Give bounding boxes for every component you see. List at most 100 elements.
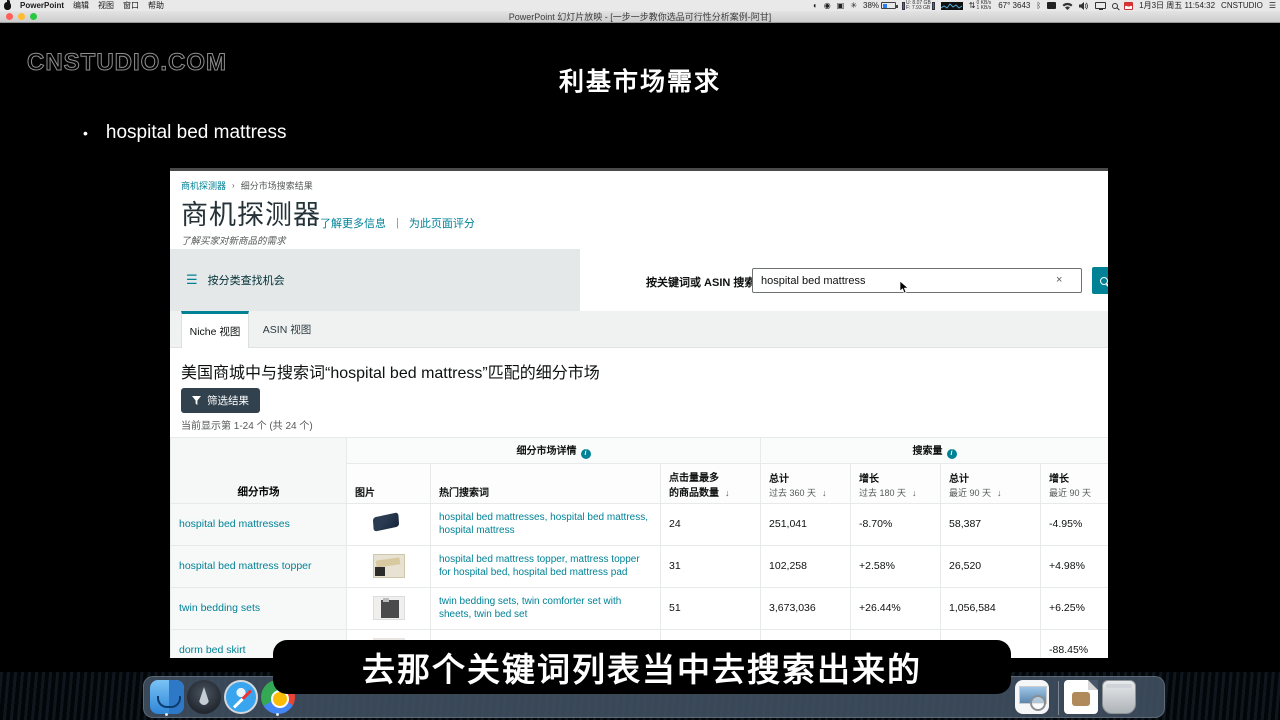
- menu-view[interactable]: 视图: [98, 0, 114, 11]
- menu-window[interactable]: 窗口: [123, 0, 139, 11]
- battery-status[interactable]: 38%: [863, 1, 896, 10]
- growth-90: +4.98%: [1041, 545, 1108, 587]
- search-label: 按关键词或 ASIN 搜索: [646, 274, 755, 290]
- info-icon[interactable]: i: [947, 449, 957, 459]
- finder-dock-icon[interactable]: [150, 680, 184, 714]
- hamburger-icon: ☰: [186, 272, 198, 288]
- growth-90: -4.95%: [1041, 503, 1108, 545]
- bullet-text: hospital bed mattress: [106, 122, 287, 144]
- flower-icon[interactable]: ✳: [850, 2, 857, 10]
- breadcrumb: 商机探测器 › 细分市场搜索结果: [181, 179, 313, 192]
- column-header-keywords: 热门搜索词: [431, 463, 661, 503]
- keyboard-icon[interactable]: [1047, 2, 1056, 9]
- cpu-graph-icon[interactable]: [941, 2, 963, 10]
- breadcrumb-home-link[interactable]: 商机探测器: [181, 179, 226, 192]
- niche-link[interactable]: hospital bed mattresses: [179, 518, 290, 530]
- niche-link[interactable]: hospital bed mattress topper: [179, 560, 312, 572]
- column-header-total-90[interactable]: 总计 最近 90 天↓: [941, 463, 1041, 503]
- apple-menu-icon[interactable]: [4, 2, 11, 10]
- menu-help[interactable]: 帮助: [148, 0, 164, 11]
- status-circle-icon[interactable]: ◐: [813, 2, 818, 10]
- growth-180: -8.70%: [851, 503, 941, 545]
- browse-categories-label: 按分类查找机会: [208, 272, 285, 288]
- top-clicked-count: 31: [661, 545, 761, 587]
- results-count: 当前显示第 1-24 个 (共 24 个): [181, 417, 313, 432]
- column-header-top-clicked[interactable]: 点击量最多 的商品数量↓: [661, 463, 761, 503]
- total-360: 251,041: [761, 503, 851, 545]
- search-magnifier-icon: [1100, 277, 1108, 285]
- list-menu-icon[interactable]: ☰: [1269, 2, 1276, 10]
- launchpad-dock-icon[interactable]: [187, 680, 221, 714]
- search-button[interactable]: [1092, 267, 1108, 294]
- temp-fan-widget[interactable]: 67° 3643: [998, 1, 1030, 10]
- keywords-link[interactable]: twin bedding sets, twin comforter set wi…: [439, 595, 652, 622]
- niche-link[interactable]: dorm bed skirt: [179, 644, 246, 656]
- view-tabstrip: Niche 视图 ASIN 视图: [170, 311, 1108, 348]
- funnel-icon: [192, 396, 201, 405]
- clear-search-icon[interactable]: ×: [1056, 274, 1062, 286]
- filter-results-button[interactable]: 筛选结果: [181, 388, 260, 413]
- column-header-growth-180[interactable]: 增长 过去 180 天↓: [851, 463, 941, 503]
- page-title: 商机探测器: [181, 193, 321, 232]
- wifi-icon[interactable]: [1062, 2, 1073, 10]
- column-header-total-360[interactable]: 总计 过去 360 天↓: [761, 463, 851, 503]
- column-header-image: 图片: [347, 463, 431, 503]
- spotlight-search-icon[interactable]: [1112, 3, 1118, 9]
- filter-button-label: 筛选结果: [207, 393, 249, 408]
- table-row: hospital bed mattresses hospital bed mat…: [171, 503, 1109, 545]
- growth-90: -88.45%: [1041, 629, 1108, 658]
- breadcrumb-separator: ›: [232, 181, 235, 190]
- info-icon[interactable]: i: [581, 449, 591, 459]
- safari-dock-icon[interactable]: [224, 680, 258, 714]
- top-clicked-count: 51: [661, 587, 761, 629]
- browse-categories-panel[interactable]: ☰ 按分类查找机会: [170, 249, 580, 311]
- warning-icon[interactable]: ▣: [837, 2, 845, 10]
- sort-down-icon[interactable]: ↓: [912, 488, 917, 498]
- search-input[interactable]: [752, 268, 1082, 293]
- bluetooth-icon[interactable]: ᛒ: [1036, 2, 1041, 10]
- opportunity-explorer-screenshot: 商机探测器 › 细分市场搜索结果 商机探测器 了解更多信息 | 为此页面评分 了…: [170, 168, 1108, 658]
- menubar-clock[interactable]: 1月3日 周五 11:54:32: [1139, 0, 1215, 11]
- eye-icon[interactable]: ◉: [824, 2, 831, 10]
- growth-90: +6.25%: [1041, 587, 1108, 629]
- memory-free: F: 7.93 GB: [906, 6, 931, 11]
- keywords-link[interactable]: hospital bed mattress topper, mattress t…: [439, 553, 652, 580]
- running-app-dot: [276, 713, 279, 716]
- rate-page-link[interactable]: 为此页面评分: [409, 215, 475, 231]
- column-header-niche[interactable]: 细分市场: [171, 438, 347, 504]
- tab-niche-view[interactable]: Niche 视图: [181, 311, 249, 348]
- total-90: 58,387: [941, 503, 1041, 545]
- sort-down-icon[interactable]: ↓: [997, 488, 1002, 498]
- preview-dock-icon[interactable]: [1015, 680, 1049, 714]
- powerpoint-slide: CNSTUDIO.COM 利基市场需求 • hospital bed mattr…: [0, 23, 1280, 672]
- video-subtitle-overlay: 去那个关键词列表当中去搜索出来的: [273, 640, 1011, 694]
- airplay-display-icon[interactable]: [1095, 2, 1106, 9]
- volume-icon[interactable]: [1079, 2, 1089, 10]
- tab-asin-view[interactable]: ASIN 视图: [250, 311, 324, 348]
- calendar-icon[interactable]: 3: [1124, 2, 1133, 10]
- niche-link[interactable]: twin bedding sets: [179, 602, 260, 614]
- downloads-dock-icon[interactable]: [1064, 680, 1098, 714]
- growth-180: +2.58%: [851, 545, 941, 587]
- memory-widget[interactable]: U: 8.07 GB F: 7.93 GB: [902, 1, 935, 11]
- page-title-links: 了解更多信息 | 为此页面评分: [320, 215, 475, 231]
- menubar-app-name[interactable]: PowerPoint: [20, 1, 64, 10]
- niche-thumbnail: [373, 554, 405, 578]
- keywords-link[interactable]: hospital bed mattresses, hospital bed ma…: [439, 511, 652, 538]
- column-header-growth-90[interactable]: 增长 最近 90 天: [1041, 463, 1108, 503]
- learn-more-link[interactable]: 了解更多信息: [320, 215, 386, 231]
- network-widget[interactable]: ⇅ 0 KB/s 1 KB/s: [969, 1, 992, 11]
- link-divider: |: [396, 217, 399, 229]
- total-90: 1,056,584: [941, 587, 1041, 629]
- window-title: PowerPoint 幻灯片放映 - [一步一步教你选品可行性分析案例-阿甘]: [0, 10, 1280, 23]
- macos-menubar: PowerPoint 编辑 视图 窗口 帮助 ◐ ◉ ▣ ✳ 38% U: 8.…: [0, 0, 1280, 11]
- menubar-account[interactable]: CNSTUDIO: [1221, 1, 1263, 10]
- battery-percent: 38%: [863, 1, 879, 10]
- sort-down-icon[interactable]: ↓: [725, 488, 730, 498]
- breadcrumb-current: 细分市场搜索结果: [241, 179, 313, 192]
- trash-dock-icon[interactable]: [1102, 680, 1136, 714]
- sort-down-icon[interactable]: ↓: [822, 488, 827, 498]
- net-down: 1 KB/s: [976, 6, 991, 11]
- menu-edit[interactable]: 编辑: [73, 0, 89, 11]
- memory-bar-icon2: [932, 2, 935, 10]
